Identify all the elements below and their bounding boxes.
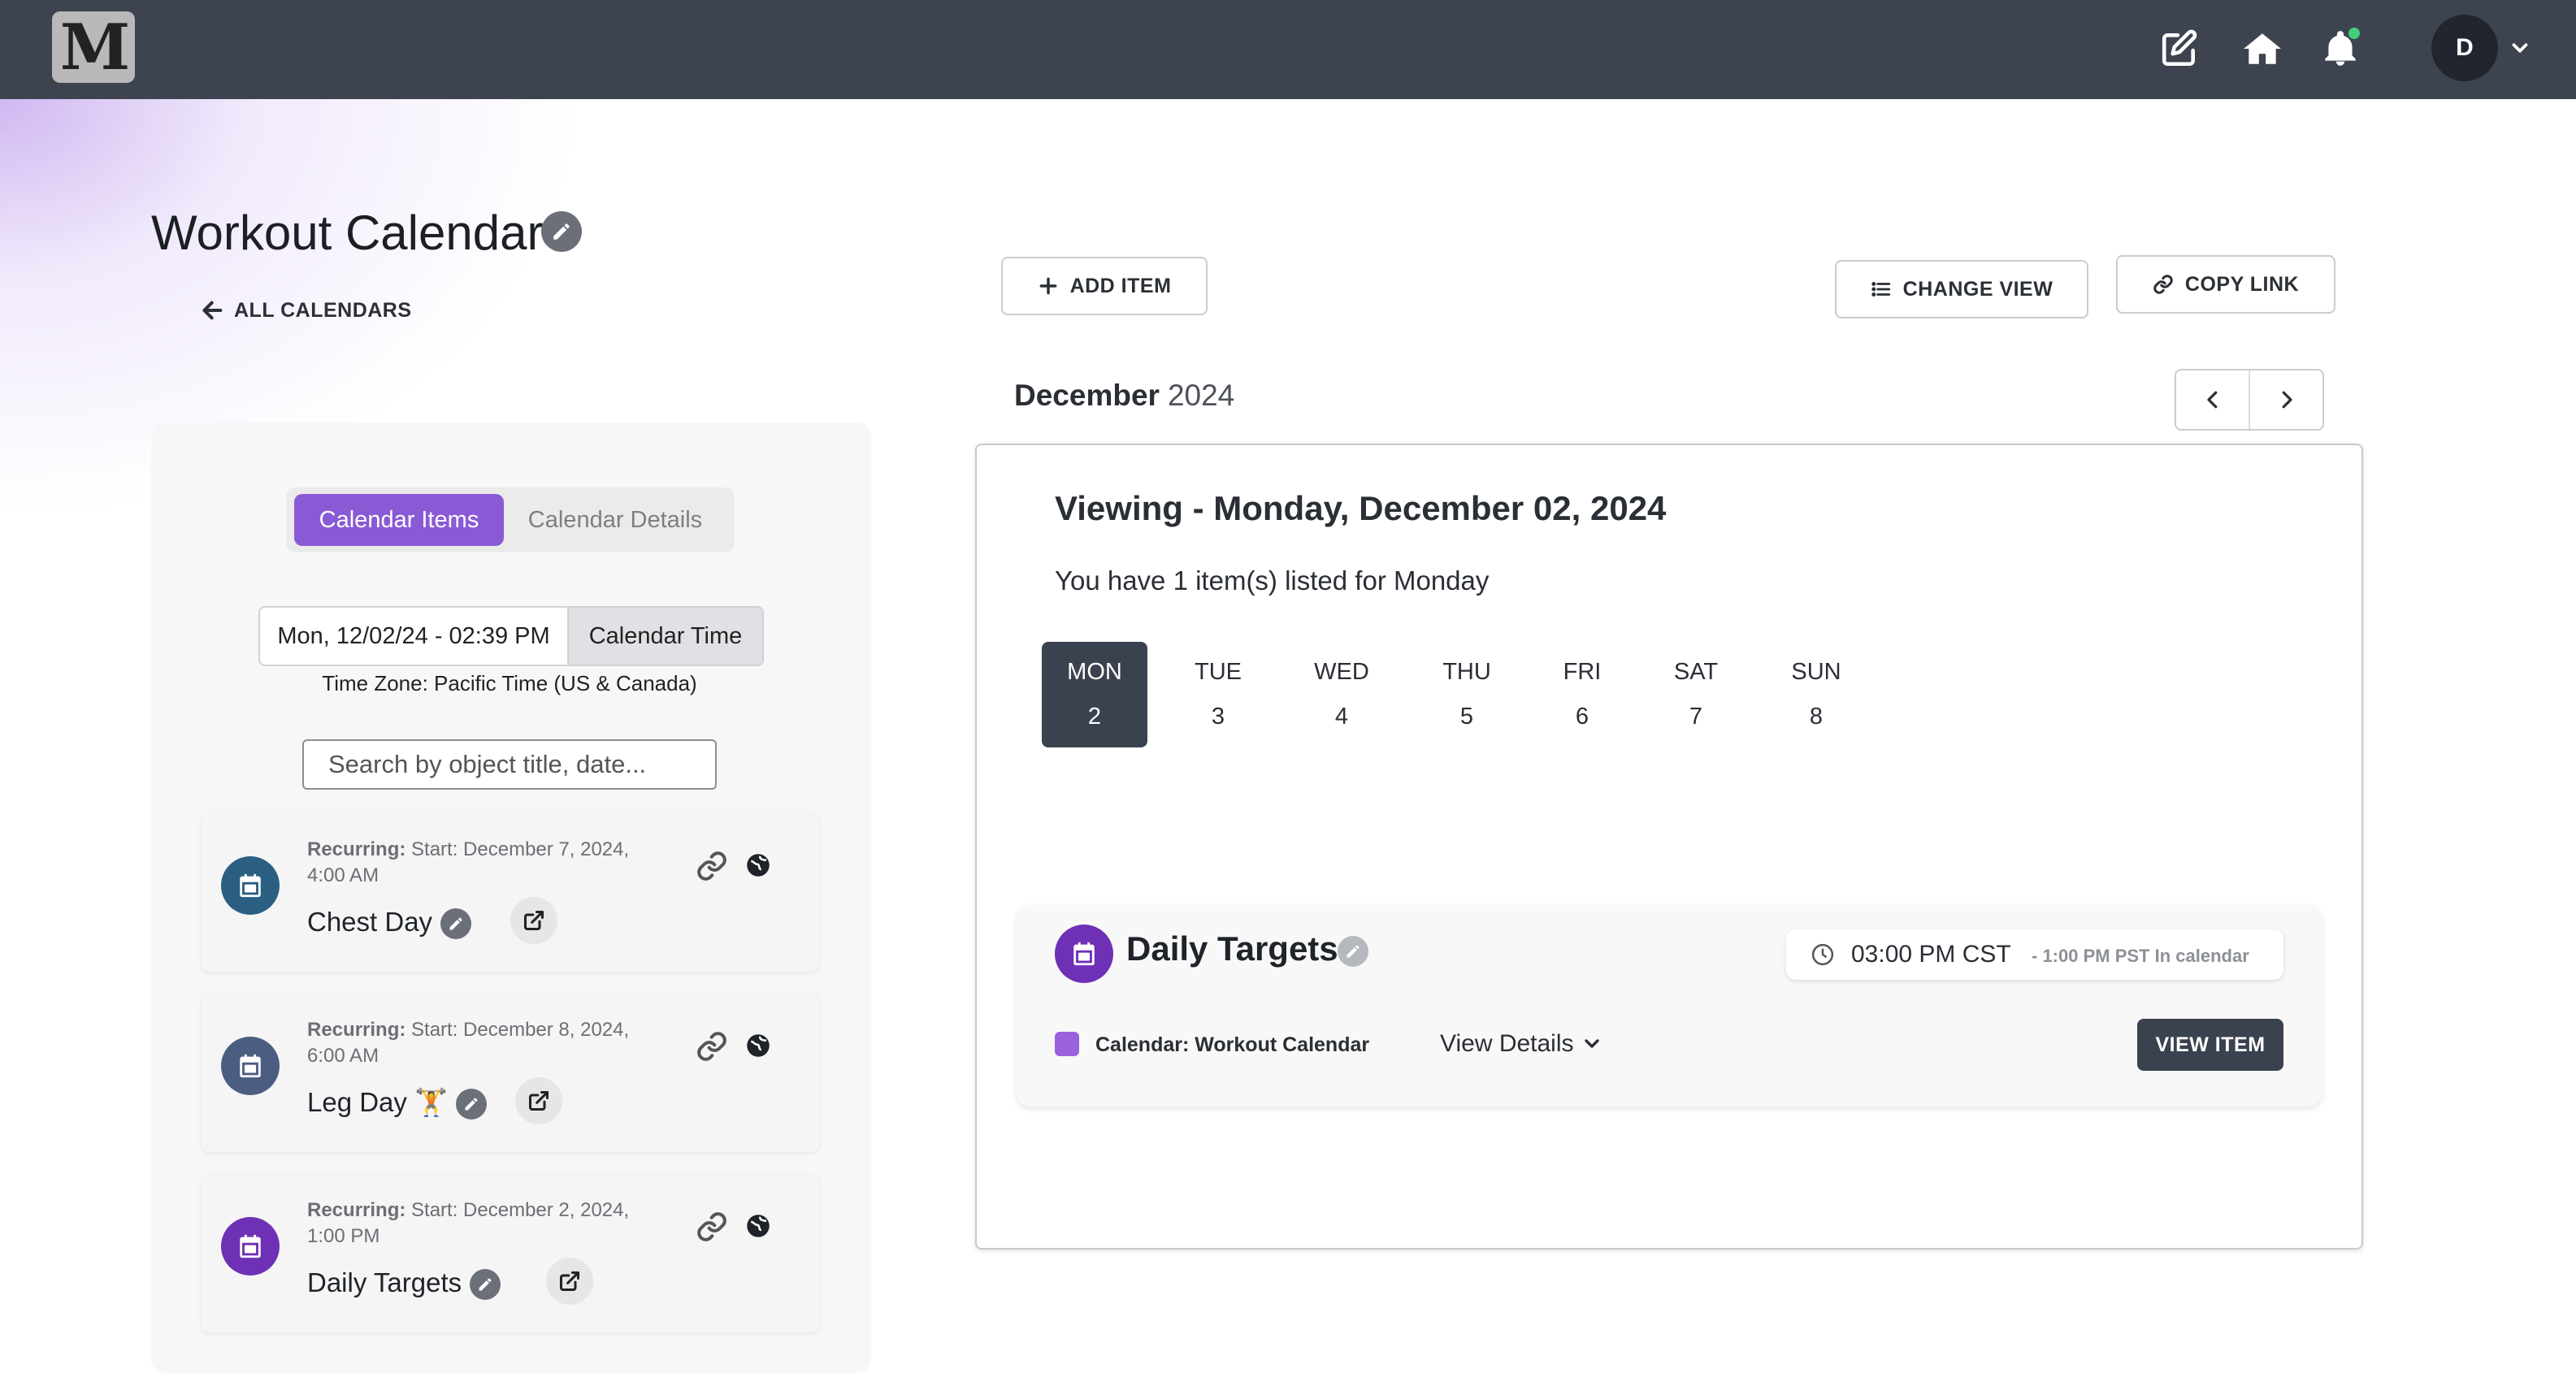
day-fri[interactable]: FRI 6: [1529, 642, 1635, 747]
calendar-color-swatch: [1055, 1032, 1079, 1056]
bell-icon[interactable]: [2316, 24, 2365, 73]
next-month-button[interactable]: [2250, 370, 2322, 429]
item-title: Chest Day: [307, 907, 472, 940]
view-details-toggle[interactable]: View Details: [1440, 1030, 1602, 1058]
link-icon[interactable]: [696, 850, 728, 882]
calendar-icon: [221, 1037, 280, 1095]
user-avatar[interactable]: D: [2431, 15, 2498, 81]
arrow-left-icon: [202, 301, 223, 320]
day-mon[interactable]: MON 2: [1042, 642, 1147, 747]
external-link-icon[interactable]: [515, 1077, 562, 1124]
list-item[interactable]: Recurring: Start: December 7, 2024, 4:00…: [202, 812, 819, 972]
day-thu[interactable]: THU 5: [1414, 642, 1520, 747]
event-time-note: - 1:00 PM PST In calendar: [2032, 946, 2249, 966]
item-title: Leg Day 🏋: [307, 1087, 488, 1120]
event-time-pill: 03:00 PM CST - 1:00 PM PST In calendar: [1786, 929, 2283, 980]
calendar-icon: [221, 856, 280, 915]
external-link-icon[interactable]: [510, 897, 557, 944]
day-wed[interactable]: WED 4: [1289, 642, 1394, 747]
event-time: 03:00 PM CST: [1851, 941, 2011, 968]
globe-icon: [747, 1034, 770, 1057]
list-item[interactable]: Recurring: Start: December 2, 2024, 1:00…: [202, 1173, 819, 1332]
edit-title-button[interactable]: [541, 211, 582, 252]
month-pager: [2175, 369, 2324, 431]
add-item-button[interactable]: ADD ITEM: [1001, 257, 1208, 315]
event-calendar-label: Calendar: Workout Calendar: [1095, 1033, 1370, 1056]
event-title: Daily Targets: [1126, 929, 1338, 968]
datetime-value[interactable]: Mon, 12/02/24 - 02:39 PM: [260, 608, 569, 665]
list-icon: [1871, 282, 1890, 297]
calendar-day-view: [975, 444, 2363, 1250]
datetime-picker[interactable]: Mon, 12/02/24 - 02:39 PM Calendar Time: [258, 606, 764, 666]
day-tue[interactable]: TUE 3: [1165, 642, 1271, 747]
all-calendars-link[interactable]: ALL CALENDARS: [200, 297, 412, 323]
sidebar-tabs: Calendar Items Calendar Details: [286, 487, 735, 552]
item-schedule: Recurring: Start: December 2, 2024, 1:00…: [307, 1199, 630, 1247]
chevron-left-icon: [2206, 391, 2217, 409]
top-navbar: M D: [0, 0, 2576, 99]
clock-icon: [1811, 943, 1834, 966]
link-icon[interactable]: [696, 1030, 728, 1063]
pencil-icon[interactable]: [470, 1269, 501, 1301]
page-title: Workout Calendar: [151, 206, 544, 260]
calendar-icon: [221, 1217, 280, 1276]
chevron-down-icon: [1584, 1039, 1599, 1048]
copy-link-button[interactable]: COPY LINK: [2116, 255, 2335, 314]
globe-icon: [747, 854, 770, 877]
pencil-icon[interactable]: [440, 908, 472, 940]
globe-icon: [747, 1215, 770, 1237]
pencil-icon[interactable]: [456, 1089, 488, 1120]
link-icon[interactable]: [696, 1211, 728, 1243]
chevron-right-icon: [2282, 391, 2292, 409]
tab-calendar-details[interactable]: Calendar Details: [505, 494, 725, 546]
day-sat[interactable]: SAT 7: [1643, 642, 1749, 747]
viewing-heading: Viewing - Monday, December 02, 2024: [1055, 489, 1667, 527]
day-sun[interactable]: SUN 8: [1763, 642, 1869, 747]
chevron-down-icon[interactable]: [2508, 36, 2532, 60]
previous-month-button[interactable]: [2176, 370, 2250, 429]
item-title: Daily Targets: [307, 1267, 501, 1301]
list-item[interactable]: Recurring: Start: December 8, 2024, 6:00…: [202, 993, 819, 1152]
view-item-button[interactable]: VIEW ITEM: [2137, 1019, 2283, 1071]
notification-dot: [2348, 28, 2360, 39]
search-input[interactable]: [302, 739, 717, 790]
event-card: Daily Targets 03:00 PM CST - 1:00 PM PST…: [1016, 905, 2322, 1107]
change-view-button[interactable]: CHANGE VIEW: [1835, 260, 2088, 318]
all-calendars-label: ALL CALENDARS: [234, 298, 412, 322]
external-link-icon[interactable]: [546, 1258, 593, 1305]
calendar-time-toggle[interactable]: Calendar Time: [569, 608, 762, 665]
calendar-icon: [1055, 925, 1113, 983]
item-count-text: You have 1 item(s) listed for Monday: [1055, 565, 1490, 596]
tab-calendar-items[interactable]: Calendar Items: [294, 494, 504, 546]
app-logo[interactable]: M: [52, 11, 135, 84]
compose-icon[interactable]: [2155, 24, 2204, 73]
item-schedule: Recurring: Start: December 8, 2024, 6:00…: [307, 1019, 630, 1067]
timezone-label: Time Zone: Pacific Time (US & Canada): [322, 671, 697, 695]
plus-icon: [1039, 277, 1056, 295]
month-label: December 2024: [1014, 379, 1235, 412]
pencil-icon: [553, 223, 570, 240]
home-icon[interactable]: [2238, 24, 2287, 73]
link-icon: [2153, 275, 2173, 294]
item-schedule: Recurring: Start: December 7, 2024, 4:00…: [307, 838, 630, 886]
pencil-icon[interactable]: [1338, 936, 1368, 967]
